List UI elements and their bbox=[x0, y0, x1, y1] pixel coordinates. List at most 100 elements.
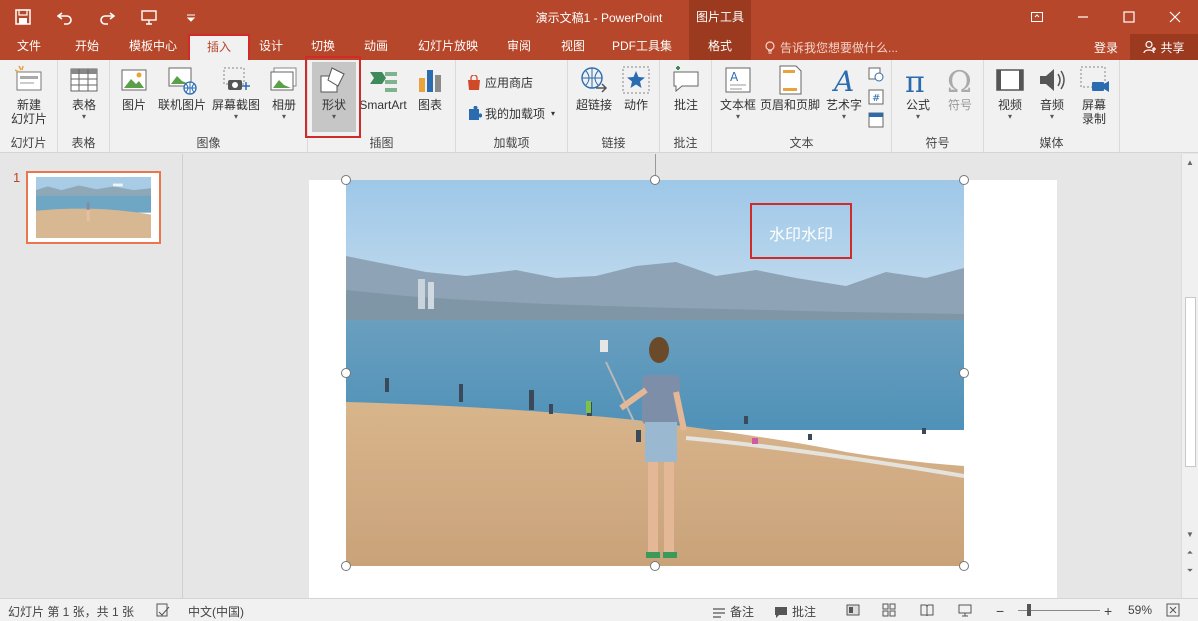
equation-button[interactable]: π 公式 ▾ bbox=[898, 64, 938, 122]
textbox-button[interactable]: A 文本框 ▾ bbox=[718, 64, 758, 122]
chart-button[interactable]: 图表 bbox=[412, 64, 448, 112]
minimize-button[interactable] bbox=[1060, 0, 1106, 34]
wordart-label: 艺术字 bbox=[825, 98, 862, 112]
tab-review[interactable]: 审阅 bbox=[498, 34, 540, 60]
screenshot-icon bbox=[223, 67, 250, 90]
book-icon bbox=[920, 604, 934, 617]
photo-album-button[interactable]: 相册 ▾ bbox=[266, 64, 302, 122]
beach-photo[interactable] bbox=[346, 180, 964, 566]
close-icon bbox=[1169, 11, 1181, 23]
screenshot-button[interactable]: 屏幕截图 ▾ bbox=[210, 64, 262, 122]
reading-view-button[interactable] bbox=[920, 603, 938, 617]
my-addins-button[interactable]: 我的加载项 ▾ bbox=[466, 105, 555, 122]
scroll-up-icon[interactable]: ▲ bbox=[1182, 156, 1198, 170]
login-link[interactable]: 登录 bbox=[1094, 39, 1118, 56]
table-button[interactable]: 表格 ▾ bbox=[66, 64, 102, 122]
tab-view[interactable]: 视图 bbox=[552, 34, 594, 60]
fit-slide-button[interactable] bbox=[1166, 603, 1184, 617]
photo-album-icon bbox=[270, 67, 297, 91]
tab-slideshow[interactable]: 幻灯片放映 bbox=[410, 34, 486, 60]
zoom-out-icon[interactable]: − bbox=[996, 603, 1004, 619]
chevron-down-icon: ▾ bbox=[81, 112, 86, 121]
customize-qat-button[interactable] bbox=[176, 5, 206, 29]
screen-recording-button[interactable]: 屏幕 录制 bbox=[1074, 64, 1114, 126]
online-picture-button[interactable]: 联机图片 bbox=[156, 64, 208, 112]
slide-number-button[interactable]: # bbox=[868, 89, 887, 105]
group-images-label: 图像 bbox=[196, 136, 221, 150]
watermark-text[interactable]: 水印水印 bbox=[750, 221, 852, 245]
share-button[interactable]: 共享 bbox=[1130, 34, 1198, 60]
slide-sorter-button[interactable] bbox=[882, 603, 900, 617]
tab-pdf-tools[interactable]: PDF工具集 bbox=[606, 34, 678, 60]
hyperlink-button[interactable]: 超链接 bbox=[572, 64, 616, 112]
group-links-label: 链接 bbox=[601, 136, 626, 150]
spellcheck-button[interactable] bbox=[156, 603, 174, 617]
window-controls bbox=[1014, 0, 1198, 34]
scroll-down-icon[interactable]: ▼ bbox=[1182, 528, 1198, 542]
new-slide-icon bbox=[14, 65, 42, 91]
tab-insert[interactable]: 插入 bbox=[188, 34, 250, 60]
normal-view-button[interactable] bbox=[846, 603, 864, 617]
save-button[interactable] bbox=[8, 5, 38, 29]
svg-text:Ω: Ω bbox=[947, 65, 972, 96]
minimize-icon bbox=[1078, 16, 1088, 18]
group-media: 视频 ▾ 音频 ▾ 屏幕 录制 媒体 bbox=[984, 60, 1120, 153]
scrollbar-thumb[interactable] bbox=[1185, 297, 1196, 467]
new-slide-button[interactable]: 新建 幻灯片 bbox=[5, 64, 53, 126]
header-footer-button[interactable]: 页眉和页脚 bbox=[758, 64, 822, 112]
slideshow-view-button[interactable] bbox=[958, 603, 976, 617]
tab-template-center[interactable]: 模板中心 bbox=[122, 34, 184, 60]
video-button[interactable]: 视频 ▾ bbox=[990, 64, 1030, 122]
slide-thumbnail[interactable] bbox=[26, 171, 161, 244]
smartart-button[interactable]: SmartArt bbox=[358, 64, 408, 112]
film-icon bbox=[996, 69, 1024, 91]
chevron-down-icon: ▾ bbox=[1049, 112, 1054, 121]
maximize-button[interactable] bbox=[1106, 0, 1152, 34]
store-icon bbox=[468, 74, 480, 90]
resize-handle-right[interactable] bbox=[959, 368, 969, 378]
resize-handle-top[interactable] bbox=[650, 175, 660, 185]
tell-me-text: 告诉我您想要做什么... bbox=[780, 41, 899, 55]
date-time-button[interactable] bbox=[868, 66, 887, 82]
zoom-level[interactable]: 59% bbox=[1128, 603, 1152, 617]
wordart-button[interactable]: A 艺术字 ▾ bbox=[824, 64, 864, 122]
comment-button[interactable]: 批注 bbox=[668, 64, 704, 112]
resize-handle-bottom-right[interactable] bbox=[959, 561, 969, 571]
language-indicator[interactable]: 中文(中国) bbox=[188, 603, 244, 620]
audio-button[interactable]: 音频 ▾ bbox=[1032, 64, 1072, 122]
action-button[interactable]: 动作 bbox=[618, 64, 654, 112]
online-picture-icon bbox=[168, 67, 197, 95]
redo-button[interactable] bbox=[92, 5, 122, 29]
next-slide-icon[interactable]: ⏷ bbox=[1182, 564, 1198, 578]
picture-button[interactable]: 图片 bbox=[116, 64, 152, 112]
share-label: 共享 bbox=[1160, 40, 1185, 55]
store-button[interactable]: 应用商店 bbox=[466, 74, 533, 91]
tab-home[interactable]: 开始 bbox=[64, 34, 110, 60]
notes-button[interactable]: 备注 bbox=[712, 603, 754, 620]
smartart-label: SmartArt bbox=[359, 98, 407, 112]
resize-handle-bottom[interactable] bbox=[650, 561, 660, 571]
start-slideshow-button[interactable] bbox=[134, 5, 164, 29]
resize-handle-left[interactable] bbox=[341, 368, 351, 378]
resize-handle-top-left[interactable] bbox=[341, 175, 351, 185]
object-button[interactable] bbox=[868, 112, 887, 128]
resize-handle-top-right[interactable] bbox=[959, 175, 969, 185]
close-button[interactable] bbox=[1152, 0, 1198, 34]
undo-button[interactable] bbox=[50, 5, 80, 29]
previous-slide-icon[interactable]: ⏶ bbox=[1182, 546, 1198, 560]
group-addins: 应用商店 我的加载项 ▾ 加载项 bbox=[456, 60, 568, 153]
new-slide-label-2: 幻灯片 bbox=[10, 112, 47, 126]
tab-format[interactable]: 格式 bbox=[689, 34, 751, 60]
group-symbols-label: 符号 bbox=[925, 136, 950, 150]
zoom-in-icon[interactable]: + bbox=[1104, 603, 1112, 619]
zoom-slider-knob[interactable] bbox=[1027, 604, 1031, 616]
symbol-button[interactable]: Ω 符号 bbox=[940, 64, 980, 112]
tab-file[interactable]: 文件 bbox=[6, 34, 52, 60]
group-links: 超链接 动作 链接 bbox=[568, 60, 660, 153]
tab-design[interactable]: 设计 bbox=[250, 34, 292, 60]
ribbon-display-button[interactable] bbox=[1014, 0, 1060, 34]
comments-button[interactable]: 批注 bbox=[774, 603, 816, 620]
vertical-scrollbar[interactable]: ▲ ▼ ⏶ ⏷ bbox=[1181, 154, 1198, 598]
resize-handle-bottom-left[interactable] bbox=[341, 561, 351, 571]
tell-me-search[interactable]: 告诉我您想要做什么... bbox=[764, 39, 898, 56]
